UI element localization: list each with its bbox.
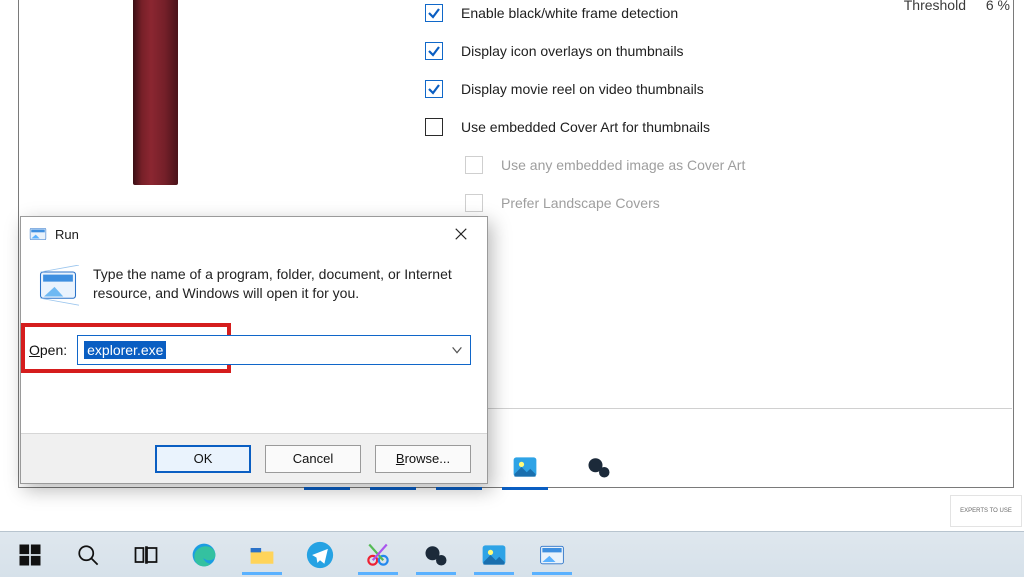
checkbox-icon [465, 194, 483, 212]
edge-icon[interactable] [178, 533, 230, 577]
option-label: Use embedded Cover Art for thumbnails [461, 119, 710, 135]
telegram-icon[interactable] [294, 533, 346, 577]
option-label: Enable black/white frame detection [461, 5, 678, 21]
task-view-icon[interactable] [120, 533, 172, 577]
option-icon-overlays[interactable]: Display icon overlays on thumbnails [425, 32, 745, 70]
cancel-button[interactable]: Cancel [265, 445, 361, 473]
run-button-row: OK Cancel Browse... [21, 433, 487, 483]
settings-options: Enable black/white frame detection Displ… [425, 0, 745, 222]
checkbox-icon[interactable] [425, 42, 443, 60]
option-label: Prefer Landscape Covers [501, 195, 660, 211]
option-bw-frame[interactable]: Enable black/white frame detection [425, 0, 745, 32]
browse-button[interactable]: Browse... [375, 445, 471, 473]
close-icon[interactable] [441, 220, 481, 248]
run-titlebar[interactable]: Run [21, 217, 487, 251]
thumb-app-dark-2[interactable] [582, 450, 616, 484]
open-label: Open: [29, 342, 67, 358]
option-prefer-landscape: Prefer Landscape Covers [465, 184, 745, 222]
watermark: EXPERTS TO USE [950, 495, 1022, 527]
option-label: Display movie reel on video thumbnails [461, 81, 704, 97]
option-movie-reel[interactable]: Display movie reel on video thumbnails [425, 70, 745, 108]
taskbar [0, 531, 1024, 577]
option-label: Use any embedded image as Cover Art [501, 157, 745, 173]
file-explorer-icon[interactable] [236, 533, 288, 577]
snip-icon[interactable] [352, 533, 404, 577]
threshold-value: 6 % [986, 0, 1010, 13]
ok-button[interactable]: OK [155, 445, 251, 473]
checkbox-icon [465, 156, 483, 174]
photos-icon[interactable] [468, 533, 520, 577]
run-dialog: Run Type the name of a program, folder, … [20, 216, 488, 484]
option-any-embedded: Use any embedded image as Cover Art [465, 146, 745, 184]
run-description: Type the name of a program, folder, docu… [93, 265, 471, 303]
run-app-icon [29, 225, 47, 243]
run-window-icon[interactable] [526, 533, 578, 577]
option-embedded-cover[interactable]: Use embedded Cover Art for thumbnails [425, 108, 745, 146]
app-dark-icon[interactable] [410, 533, 462, 577]
open-combobox[interactable]: explorer.exe [77, 335, 471, 365]
open-input-value[interactable]: explorer.exe [84, 341, 166, 359]
threshold-label: Threshold [904, 0, 966, 13]
run-big-icon [37, 265, 79, 307]
checkbox-icon[interactable] [425, 118, 443, 136]
chevron-down-icon[interactable] [450, 343, 464, 357]
option-label: Display icon overlays on thumbnails [461, 43, 684, 59]
thumb-photos[interactable] [508, 450, 542, 484]
search-icon[interactable] [62, 533, 114, 577]
decorative-red-post [133, 0, 178, 185]
checkbox-icon[interactable] [425, 80, 443, 98]
start-button[interactable] [4, 533, 56, 577]
checkbox-icon[interactable] [425, 4, 443, 22]
run-title-text: Run [55, 227, 79, 242]
